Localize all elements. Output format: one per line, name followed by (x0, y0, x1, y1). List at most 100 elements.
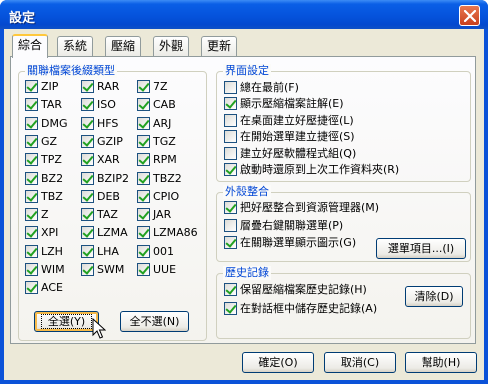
assoc-checkbox-uue[interactable]: UUE (137, 263, 176, 276)
assoc-checkbox-bzip2[interactable]: BZIP2 (81, 171, 129, 185)
checkbox-checked-icon[interactable] (224, 201, 237, 214)
checkbox-checked-icon[interactable] (224, 236, 237, 249)
assoc-checkbox-tpz[interactable]: TPZ (25, 153, 62, 167)
assoc-checkbox-bz2[interactable]: BZ2 (25, 171, 63, 185)
interface-checkbox-1[interactable]: 顯示壓縮檔案註解(E) (224, 97, 344, 111)
tab-update[interactable]: 更新 (201, 36, 238, 56)
cancel-button[interactable]: 取消(C) (324, 352, 396, 373)
assoc-checkbox-xpi[interactable]: XPI (25, 226, 58, 240)
checkbox-checked-icon[interactable] (137, 189, 150, 203)
select-none-button[interactable]: 全不選(N) (120, 311, 189, 332)
checkbox-checked-icon[interactable] (137, 244, 150, 258)
checkbox-checked-icon[interactable] (224, 163, 237, 176)
assoc-checkbox-gz[interactable]: GZ (25, 134, 57, 148)
assoc-checkbox-deb[interactable]: DEB (81, 189, 120, 203)
checkbox-checked-icon[interactable] (81, 263, 94, 276)
assoc-checkbox-zip[interactable]: ZIP (25, 80, 58, 93)
checkbox-checked-icon[interactable] (81, 226, 94, 240)
checkbox-checked-icon[interactable] (137, 226, 150, 240)
checkbox-checked-icon[interactable] (81, 134, 94, 148)
checkbox-checked-icon[interactable] (137, 171, 150, 185)
checkbox-checked-icon[interactable] (25, 134, 38, 148)
interface-checkbox-4[interactable]: 建立好壓軟體程式組(Q) (224, 146, 356, 160)
interface-checkbox-3[interactable]: 在開始選單建立捷徑(S) (224, 130, 355, 144)
menu-items-button[interactable]: 選單項目...(I) (376, 238, 466, 259)
history-checkbox-1[interactable]: 在對話框中儲存歷史記錄(A) (224, 302, 377, 315)
shell-checkbox-1[interactable]: 層疊右鍵關聯選單(P) (224, 218, 343, 232)
tab-system[interactable]: 系統 (57, 36, 94, 56)
checkbox-checked-icon[interactable] (81, 98, 94, 112)
title-bar[interactable]: 設定 (0, 0, 488, 29)
checkbox-checked-icon[interactable] (25, 98, 38, 112)
assoc-checkbox-gzip[interactable]: GZIP (81, 134, 123, 148)
checkbox-checked-icon[interactable] (25, 116, 38, 130)
close-button[interactable] (459, 5, 480, 26)
checkbox-checked-icon[interactable] (81, 116, 94, 130)
ok-button[interactable]: 確定(O) (242, 352, 314, 373)
assoc-checkbox-dmg[interactable]: DMG (25, 116, 68, 130)
checkbox-checked-icon[interactable] (137, 134, 150, 148)
assoc-checkbox-iso[interactable]: ISO (81, 98, 116, 112)
interface-checkbox-5[interactable]: 啟動時還原到上次工作資料夾(R) (224, 163, 399, 176)
checkbox-checked-icon[interactable] (137, 208, 150, 222)
checkbox-unchecked-icon[interactable] (224, 146, 237, 160)
checkbox-checked-icon[interactable] (25, 171, 38, 185)
checkbox-checked-icon[interactable] (224, 97, 237, 111)
checkbox-checked-icon[interactable] (81, 171, 94, 185)
checkbox-checked-icon[interactable] (81, 189, 94, 203)
checkbox-checked-icon[interactable] (25, 208, 38, 222)
tab-appearance[interactable]: 外觀 (153, 36, 190, 56)
checkbox-checked-icon[interactable] (25, 226, 38, 240)
shell-checkbox-2[interactable]: 在關聯選單顯示圖示(G) (224, 236, 356, 249)
checkbox-checked-icon[interactable] (81, 153, 94, 167)
checkbox-checked-icon[interactable] (137, 116, 150, 130)
checkbox-checked-icon[interactable] (25, 281, 38, 295)
clear-history-button[interactable]: 清除(D) (405, 286, 463, 307)
assoc-checkbox-cpio[interactable]: CPIO (137, 189, 179, 203)
assoc-checkbox-rar[interactable]: RAR (81, 80, 119, 93)
checkbox-checked-icon[interactable] (137, 98, 150, 112)
assoc-checkbox-lzma86[interactable]: LZMA86 (137, 226, 198, 240)
assoc-checkbox-swm[interactable]: SWM (81, 263, 124, 276)
checkbox-checked-icon[interactable] (224, 302, 237, 315)
tab-general[interactable]: 綜合 (12, 34, 49, 58)
shell-checkbox-0[interactable]: 把好壓整合到資源管理器(M) (224, 201, 379, 214)
assoc-checkbox-tbz[interactable]: TBZ (25, 189, 63, 203)
select-all-button[interactable]: 全選(Y) (34, 311, 99, 332)
assoc-checkbox-ace[interactable]: ACE (25, 281, 63, 295)
checkbox-checked-icon[interactable] (137, 263, 150, 276)
assoc-checkbox-z[interactable]: Z (25, 208, 49, 222)
assoc-checkbox-7z[interactable]: 7Z (137, 80, 168, 93)
checkbox-checked-icon[interactable] (25, 244, 38, 258)
assoc-checkbox-rpm[interactable]: RPM (137, 153, 177, 167)
assoc-checkbox-tbz2[interactable]: TBZ2 (137, 171, 182, 185)
assoc-checkbox-hfs[interactable]: HFS (81, 116, 118, 130)
checkbox-checked-icon[interactable] (224, 283, 237, 296)
interface-checkbox-0[interactable]: 總在最前(F) (224, 81, 299, 94)
checkbox-checked-icon[interactable] (25, 80, 38, 93)
assoc-checkbox-jar[interactable]: JAR (137, 208, 171, 222)
checkbox-checked-icon[interactable] (137, 153, 150, 167)
assoc-checkbox-arj[interactable]: ARJ (137, 116, 171, 130)
checkbox-unchecked-icon[interactable] (224, 81, 237, 94)
assoc-checkbox-xar[interactable]: XAR (81, 153, 120, 167)
tab-compression[interactable]: 壓縮 (105, 36, 142, 56)
checkbox-checked-icon[interactable] (81, 208, 94, 222)
assoc-checkbox-wim[interactable]: WIM (25, 263, 65, 276)
checkbox-checked-icon[interactable] (81, 80, 94, 93)
checkbox-unchecked-icon[interactable] (224, 130, 237, 144)
checkbox-checked-icon[interactable] (137, 80, 150, 93)
assoc-checkbox-lzma[interactable]: LZMA (81, 226, 128, 240)
assoc-checkbox-tar[interactable]: TAR (25, 98, 62, 112)
history-checkbox-0[interactable]: 保留壓縮檔案歷史記錄(H) (224, 283, 367, 296)
help-button[interactable]: 幫助(H) (405, 352, 477, 373)
checkbox-checked-icon[interactable] (25, 263, 38, 276)
assoc-checkbox-lha[interactable]: LHA (81, 244, 119, 258)
checkbox-unchecked-icon[interactable] (224, 218, 237, 232)
assoc-checkbox-tgz[interactable]: TGZ (137, 134, 176, 148)
checkbox-checked-icon[interactable] (81, 244, 94, 258)
assoc-checkbox-lzh[interactable]: LZH (25, 244, 63, 258)
assoc-checkbox-taz[interactable]: TAZ (81, 208, 118, 222)
checkbox-unchecked-icon[interactable] (224, 113, 237, 127)
assoc-checkbox-001[interactable]: 001 (137, 244, 174, 258)
